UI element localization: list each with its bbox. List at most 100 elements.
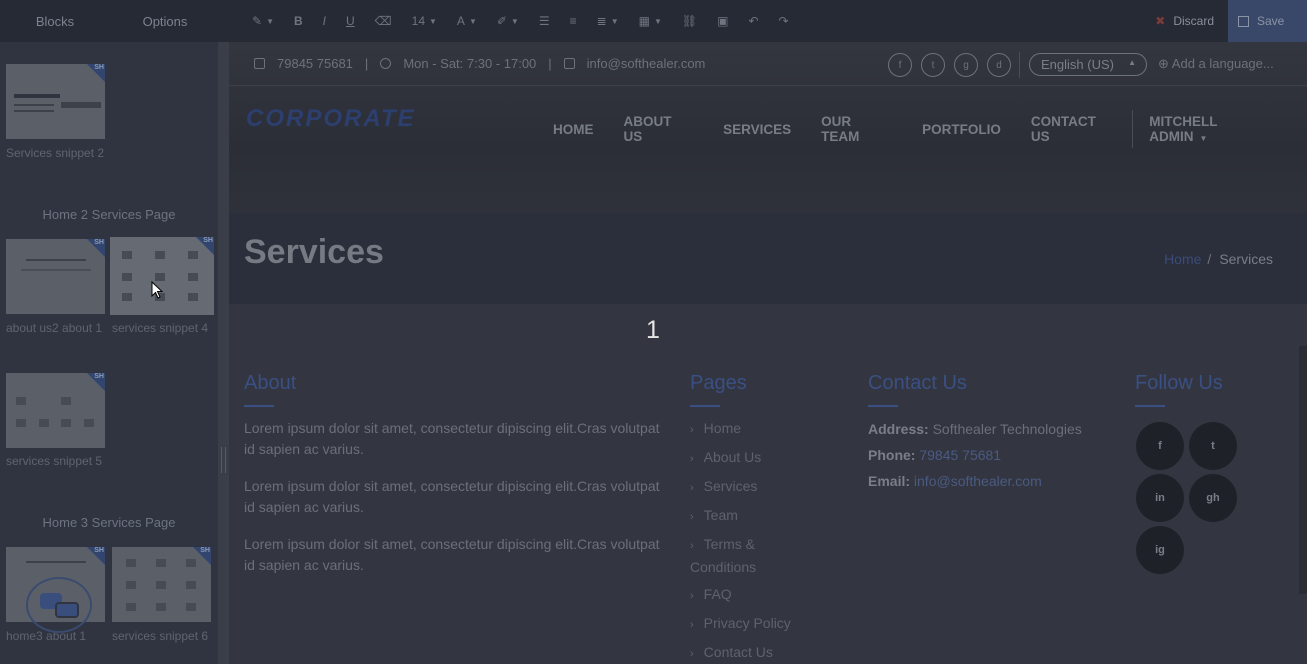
- sh-tag: SH: [94, 547, 104, 554]
- snippet-thumb[interactable]: SH: [110, 237, 214, 315]
- sh-tag: SH: [94, 64, 104, 71]
- footer-link-privacy[interactable]: › Privacy Policy: [690, 613, 791, 636]
- instagram-icon[interactable]: ig: [1136, 526, 1184, 574]
- font-size-value: 14: [411, 14, 425, 28]
- nav-home[interactable]: HOME: [553, 122, 594, 137]
- link-label: About Us: [703, 449, 762, 465]
- footer-link-team[interactable]: › Team: [690, 505, 738, 528]
- footer-pages-title: Pages: [690, 372, 747, 394]
- footer-link-faq[interactable]: › FAQ: [690, 584, 732, 607]
- github-icon[interactable]: g: [954, 53, 978, 77]
- top-socials: f t g d: [888, 53, 1011, 77]
- link-label: Services: [703, 478, 758, 494]
- snippet-label: about us2 about 1: [6, 321, 103, 335]
- main-nav: HOME ABOUT US SERVICES OUR TEAM PORTFOLI…: [553, 110, 1307, 148]
- tab-blocks[interactable]: Blocks: [0, 14, 110, 29]
- facebook-icon[interactable]: f: [1136, 422, 1184, 470]
- save-label: Save: [1257, 14, 1285, 28]
- link-label: FAQ: [703, 586, 732, 602]
- link-label: Home: [703, 420, 742, 436]
- github-icon[interactable]: gh: [1189, 474, 1237, 522]
- user-menu[interactable]: MITCHELL ADMIN ▼: [1149, 114, 1277, 144]
- link-icon[interactable]: ⛓: [672, 0, 707, 42]
- dribbble-icon[interactable]: d: [987, 53, 1011, 77]
- phone-icon: [254, 58, 265, 69]
- sh-tag: SH: [94, 373, 104, 380]
- bullet-list-icon[interactable]: ☰: [529, 0, 560, 42]
- editor-screen: Blocks Options ✎ ▼ B I U ⌫ 14 ▼ A ▼ ✐ ▼ ☰ ≡ …: [0, 0, 1307, 664]
- save-icon: [1238, 15, 1249, 27]
- nav-contact-us[interactable]: CONTACT US: [1031, 114, 1117, 144]
- nav-about-us[interactable]: ABOUT US: [624, 114, 694, 144]
- link-label: Team: [703, 507, 738, 523]
- sh-tag: SH: [203, 237, 213, 244]
- snippet-thumb[interactable]: SH: [6, 64, 105, 139]
- twitter-icon[interactable]: t: [1189, 422, 1237, 470]
- linkedin-icon[interactable]: in: [1136, 474, 1184, 522]
- nav-our-team[interactable]: OUR TEAM: [821, 114, 892, 144]
- footer-about-title: About: [244, 372, 297, 394]
- sh-tag: SH: [200, 547, 210, 554]
- chat-icon[interactable]: [26, 577, 92, 633]
- breadcrumb-home[interactable]: Home: [1164, 251, 1201, 267]
- snippet-thumb[interactable]: SH: [6, 373, 105, 448]
- step-marker: 1: [646, 316, 660, 344]
- footer-link-contact[interactable]: › Contact Us: [690, 642, 773, 664]
- twitter-icon[interactable]: t: [921, 53, 945, 77]
- top-bar: 79845 75681 | Mon - Sat: 7:30 - 17:00 | …: [229, 42, 1307, 86]
- top-phone: 79845 75681: [277, 56, 353, 71]
- footer-link-home[interactable]: › Home: [690, 418, 741, 441]
- save-button[interactable]: Save: [1228, 0, 1307, 42]
- address-value: Softhealer Technologies: [932, 421, 1082, 437]
- language-select[interactable]: English (US) ▲: [1029, 53, 1147, 76]
- blocks-panel: SH Services snippet 2 Home 2 Services Pa…: [0, 42, 218, 664]
- discard-button[interactable]: ✖ Discard: [1141, 0, 1228, 42]
- email-value[interactable]: info@softhealer.com: [914, 473, 1042, 489]
- envelope-icon: [563, 58, 575, 69]
- table-icon[interactable]: ▦ ▼: [629, 0, 672, 42]
- section-title-home3: Home 3 Services Page: [42, 515, 176, 530]
- footer-link-services[interactable]: › Services: [690, 476, 757, 499]
- tab-options[interactable]: Options: [110, 14, 220, 29]
- footer-link-terms[interactable]: › Terms & Conditions: [690, 534, 780, 578]
- panel-resize-handle[interactable]: [218, 42, 229, 664]
- hero-section: 79845 75681 | Mon - Sat: 7:30 - 17:00 | …: [229, 42, 1307, 304]
- align-icon[interactable]: ≣ ▼: [587, 0, 629, 42]
- add-language-link[interactable]: ⊕ Add a language...: [1158, 56, 1274, 72]
- image-icon[interactable]: ▣: [707, 0, 738, 42]
- scrollbar[interactable]: [1299, 346, 1307, 594]
- snippet-label: Services snippet 2: [6, 146, 105, 160]
- italic-icon[interactable]: I: [313, 0, 336, 42]
- snippet-label: services snippet 4: [112, 321, 209, 335]
- font-size-select[interactable]: 14 ▼: [402, 0, 447, 42]
- magic-wand-icon[interactable]: ✎ ▼: [242, 0, 284, 42]
- editor-toolbar: Blocks Options ✎ ▼ B I U ⌫ 14 ▼ A ▼ ✐ ▼ ☰ ≡ …: [0, 0, 1307, 42]
- redo-icon[interactable]: ↷: [769, 0, 799, 42]
- top-hours: Mon - Sat: 7:30 - 17:00: [403, 56, 537, 71]
- toolbar-actions: ✖ Discard Save: [1141, 0, 1307, 42]
- footer-contact-title: Contact Us: [868, 372, 967, 394]
- eraser-icon[interactable]: ⌫: [365, 0, 402, 42]
- top-email[interactable]: info@softhealer.com: [587, 56, 706, 71]
- user-name: MITCHELL ADMIN: [1149, 114, 1218, 144]
- undo-icon[interactable]: ↶: [738, 0, 768, 42]
- numbered-list-icon[interactable]: ≡: [560, 0, 587, 42]
- brush-icon[interactable]: ✐ ▼: [487, 0, 529, 42]
- bold-icon[interactable]: B: [284, 0, 313, 42]
- footer-link-about[interactable]: › About Us: [690, 447, 761, 470]
- nav-services[interactable]: SERVICES: [723, 122, 791, 137]
- website-preview: 79845 75681 | Mon - Sat: 7:30 - 17:00 | …: [229, 42, 1307, 664]
- section-title-home2: Home 2 Services Page: [42, 207, 176, 222]
- font-color-icon[interactable]: A ▼: [447, 0, 487, 42]
- link-label: Privacy Policy: [703, 615, 791, 631]
- facebook-icon[interactable]: f: [888, 53, 912, 77]
- underline-icon[interactable]: U: [336, 0, 365, 42]
- contact-email: Email: info@softhealer.com: [868, 473, 1042, 489]
- footer-section: About Lorem ipsum dolor sit amet, consec…: [229, 304, 1307, 664]
- language-value: English (US): [1041, 57, 1114, 72]
- phone-value[interactable]: 79845 75681: [919, 447, 1001, 463]
- snippet-thumb[interactable]: SH: [6, 239, 105, 314]
- snippet-thumb[interactable]: SH: [112, 547, 211, 622]
- nav-portfolio[interactable]: PORTFOLIO: [922, 122, 1001, 137]
- site-logo[interactable]: CORPORATE: [246, 105, 416, 133]
